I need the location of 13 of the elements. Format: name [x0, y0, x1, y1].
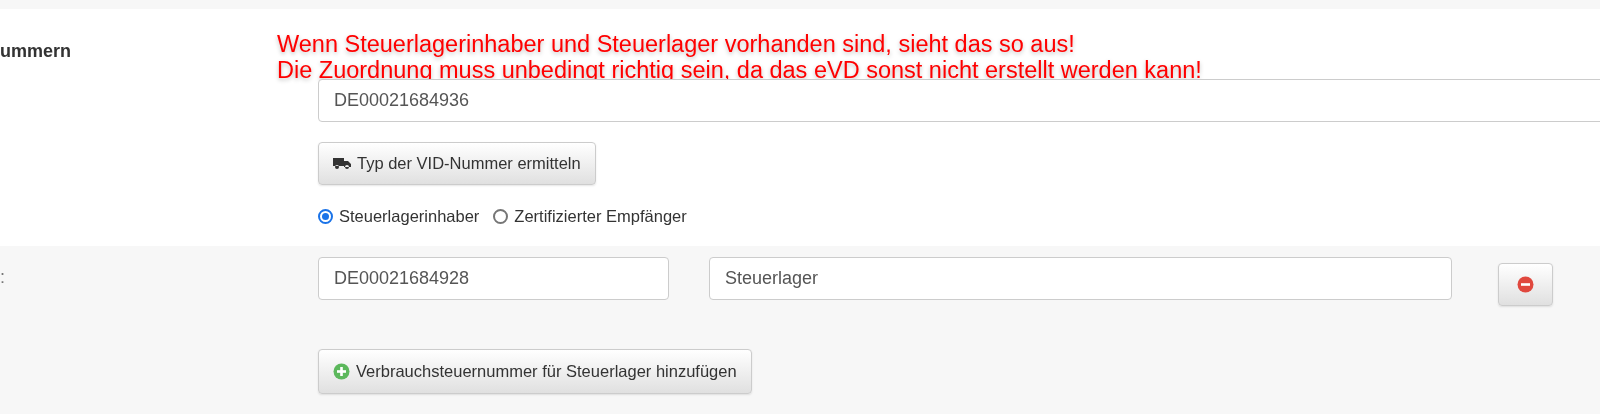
vid-input[interactable]: DE00021684936: [318, 79, 1600, 122]
add-icon: [333, 363, 350, 380]
determine-type-button[interactable]: Typ der VID-Nummer ermitteln: [318, 142, 596, 185]
remove-icon: [1517, 276, 1534, 293]
add-number-button[interactable]: Verbrauchsteuernummer für Steuerlager hinzufügen: [318, 349, 752, 394]
radio-icon[interactable]: [318, 209, 333, 224]
section-label: ummern: [0, 40, 71, 62]
remove-button[interactable]: [1498, 263, 1553, 306]
number-input[interactable]: DE00021684928: [318, 257, 669, 300]
radio-icon[interactable]: [493, 209, 509, 224]
name-input[interactable]: Steuerlager: [709, 257, 1452, 300]
truck-icon: [333, 157, 351, 170]
field-label: :: [0, 266, 5, 288]
